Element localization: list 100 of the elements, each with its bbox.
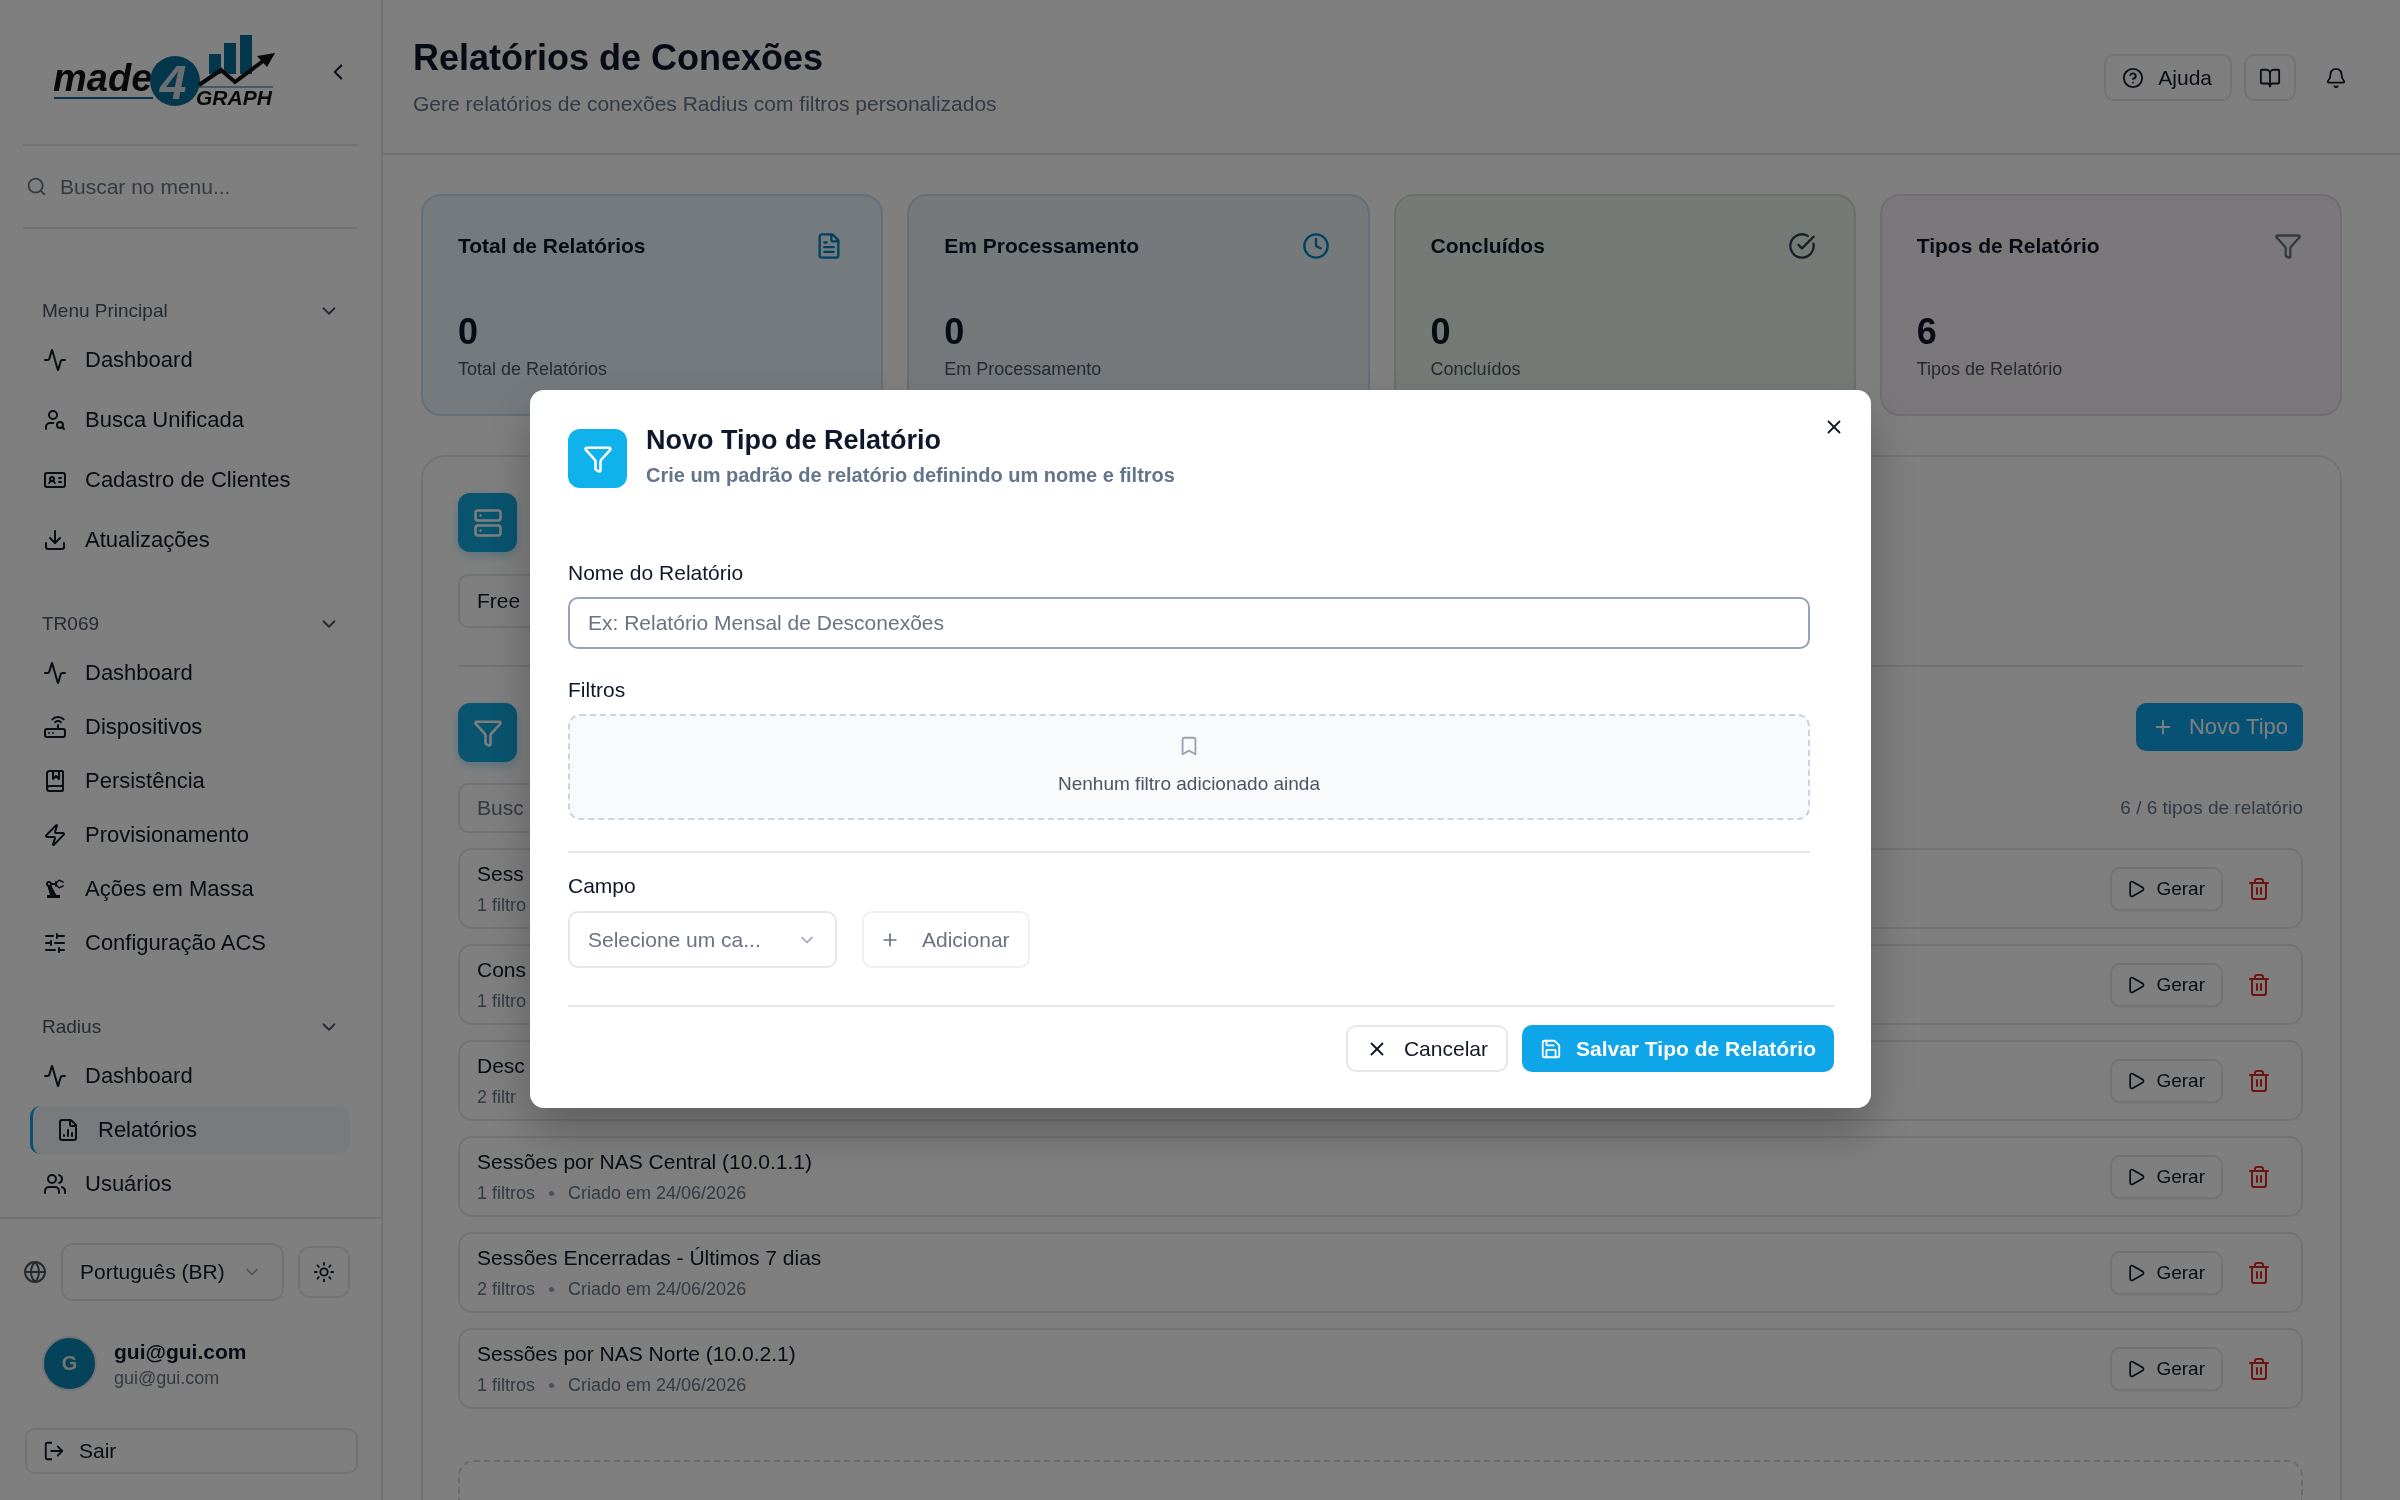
user-search-icon bbox=[43, 408, 67, 432]
bell-icon[interactable] bbox=[2325, 66, 2347, 89]
stat-value: 0 bbox=[944, 312, 965, 352]
stat-caption: Concluídos bbox=[1430, 358, 1521, 381]
nav-item[interactable]: Ações em Massa bbox=[30, 865, 350, 913]
pulse-icon bbox=[43, 348, 67, 372]
stat-caption: Tipos de Relatório bbox=[1916, 358, 2063, 381]
generate-button[interactable]: Gerar bbox=[2110, 1154, 2223, 1199]
generate-button[interactable]: Gerar bbox=[2110, 866, 2223, 911]
clock-icon bbox=[1301, 232, 1330, 260]
section-toggle[interactable]: Radius bbox=[30, 1007, 350, 1047]
nav-item[interactable]: Provisionamento bbox=[30, 811, 350, 859]
stat-caption: Em Processamento bbox=[944, 358, 1102, 381]
cancel-button[interactable]: Cancelar bbox=[1345, 1025, 1508, 1072]
filter-count: 1 filtro bbox=[477, 894, 527, 917]
help-icon bbox=[2122, 66, 2145, 89]
help-button[interactable]: Ajuda bbox=[2104, 54, 2232, 101]
logout-icon bbox=[43, 1440, 65, 1462]
sliders-icon bbox=[43, 931, 67, 955]
stat-title: Concluídos bbox=[1430, 233, 1545, 259]
logout-button[interactable]: Sair bbox=[25, 1428, 358, 1474]
nav-item[interactable]: Dashboard bbox=[30, 649, 350, 697]
book-icon bbox=[43, 769, 67, 793]
nav-item[interactable]: Dashboard bbox=[30, 336, 350, 384]
generate-button[interactable]: Gerar bbox=[2110, 1346, 2223, 1391]
created-date: Criado em 24/06/2026 bbox=[568, 1278, 747, 1301]
nav-item[interactable]: Configuração ACS bbox=[30, 919, 350, 967]
field-select[interactable]: Selecione um ca... bbox=[568, 911, 837, 968]
stat-value: 6 bbox=[1916, 312, 1937, 352]
result-count: 6 / 6 tipos de relatório bbox=[2120, 797, 2303, 819]
download-icon bbox=[43, 528, 67, 552]
empty-message: Nenhum filtro adicionado ainda bbox=[1058, 772, 1320, 796]
stat-caption: Total de Relatórios bbox=[458, 358, 608, 381]
trash-icon[interactable] bbox=[2247, 972, 2271, 997]
nav-item[interactable]: Atualizações bbox=[30, 516, 350, 564]
server-icon bbox=[458, 493, 517, 552]
filter-count: 1 filtros bbox=[477, 1182, 536, 1205]
trash-icon[interactable] bbox=[2247, 876, 2271, 901]
funnel-icon bbox=[458, 703, 517, 762]
search-icon bbox=[26, 176, 47, 197]
section-toggle[interactable]: Menu Principal bbox=[30, 291, 350, 331]
created-date: Criado em 24/06/2026 bbox=[568, 1374, 747, 1397]
trash-icon[interactable] bbox=[2247, 1260, 2271, 1285]
trash-icon[interactable] bbox=[2247, 1068, 2271, 1093]
nav-item[interactable]: Usuários bbox=[30, 1160, 350, 1208]
language-select[interactable]: Português (BR) bbox=[61, 1243, 284, 1301]
dot-icon bbox=[549, 1286, 555, 1292]
chart-file-icon bbox=[56, 1118, 80, 1142]
row-title: Sessões Encerradas - Últimos 7 dias bbox=[477, 1245, 822, 1271]
trash-icon[interactable] bbox=[2247, 1356, 2271, 1381]
lightning-icon bbox=[43, 823, 67, 847]
generate-button[interactable]: Gerar bbox=[2110, 1250, 2223, 1295]
user-name: gui@gui.com bbox=[114, 1338, 247, 1365]
generate-button[interactable]: Gerar bbox=[2110, 962, 2223, 1007]
row-title: Sess bbox=[477, 861, 524, 887]
generate-button[interactable]: Gerar bbox=[2110, 1058, 2223, 1103]
filter-count: 1 filtro bbox=[477, 990, 527, 1013]
stat-title: Total de Relatórios bbox=[458, 233, 646, 259]
dot-icon bbox=[549, 1190, 555, 1196]
router-icon bbox=[43, 715, 67, 739]
page-title: Relatórios de Conexões bbox=[413, 36, 824, 80]
theme-button[interactable] bbox=[298, 1246, 350, 1298]
save-button[interactable]: Salvar Tipo de Relatório bbox=[1522, 1025, 1834, 1072]
pulse-icon bbox=[43, 1064, 67, 1088]
row-title: Sessões por NAS Norte (10.0.2.1) bbox=[477, 1341, 796, 1367]
name-input[interactable]: Ex: Relatório Mensal de Desconexões bbox=[568, 597, 1810, 649]
nav-item[interactable]: Dispositivos bbox=[30, 703, 350, 751]
trash-icon[interactable] bbox=[2247, 1164, 2271, 1189]
play-icon bbox=[2126, 878, 2147, 899]
globe-icon bbox=[23, 1260, 47, 1284]
book-button[interactable] bbox=[2244, 54, 2296, 101]
dialog-subtitle: Crie um padrão de relatório definindo um nome e filtros bbox=[646, 463, 1175, 488]
play-icon bbox=[2126, 1166, 2147, 1187]
users-icon bbox=[43, 1172, 67, 1196]
book-icon bbox=[2259, 66, 2281, 89]
filter-count: 1 filtros bbox=[477, 1374, 536, 1397]
play-icon bbox=[2126, 1262, 2147, 1283]
nav-item[interactable]: Dashboard bbox=[30, 1052, 350, 1100]
stat-value: 0 bbox=[1430, 312, 1451, 352]
page-subtitle: Gere relatórios de conexões Radius com filtros personalizados bbox=[413, 91, 997, 117]
field-label: Filtros bbox=[568, 677, 626, 703]
play-icon bbox=[2126, 1070, 2147, 1091]
stat-value: 0 bbox=[458, 312, 479, 352]
nav-item[interactable]: Persistência bbox=[30, 757, 350, 805]
filter-count: 2 filtros bbox=[477, 1278, 536, 1301]
created-date: Criado em 24/06/2026 bbox=[568, 1182, 747, 1205]
nav-item[interactable]: Relatórios bbox=[30, 1106, 350, 1154]
nav-item[interactable]: Busca Unificada bbox=[30, 396, 350, 444]
stat-title: Em Processamento bbox=[944, 233, 1140, 259]
play-icon bbox=[2126, 1358, 2147, 1379]
pulse-icon bbox=[43, 661, 67, 685]
nav-item[interactable]: Cadastro de Clientes bbox=[30, 456, 350, 504]
section-toggle[interactable]: TR069 bbox=[30, 604, 350, 644]
search-field[interactable]: Buscar no menu... bbox=[60, 171, 300, 202]
user-email: gui@gui.com bbox=[114, 1366, 220, 1389]
row-title: Sessões por NAS Central (10.0.1.1) bbox=[477, 1149, 812, 1175]
field-label: Nome do Relatório bbox=[568, 560, 744, 586]
dialog-title: Novo Tipo de Relatório bbox=[646, 424, 942, 457]
sun-icon bbox=[313, 1261, 335, 1283]
row-title: Desc bbox=[477, 1053, 525, 1079]
